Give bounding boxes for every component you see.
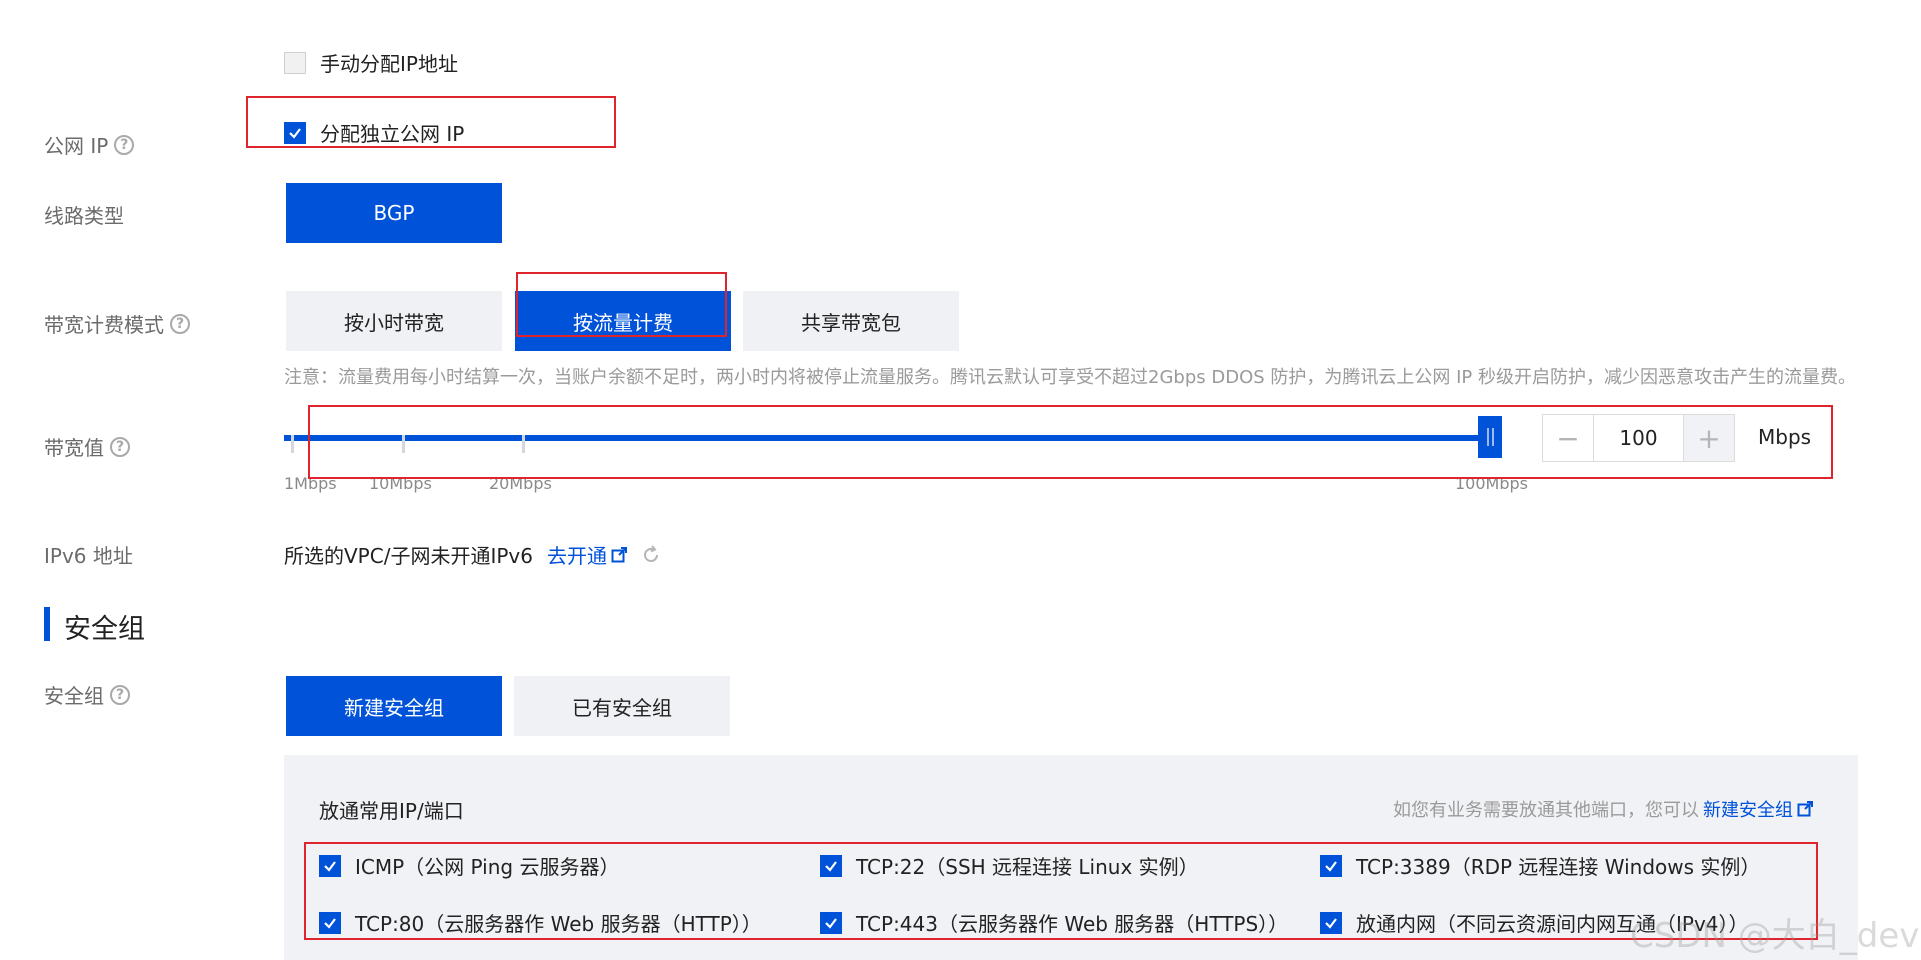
existing-security-group-button[interactable]: 已有安全组 [514,676,730,736]
billing-hourly-button[interactable]: 按小时带宽 [286,291,502,351]
help-icon[interactable]: ? [110,684,130,705]
security-group-section-title: 安全组 [64,614,145,645]
ipv6-label: IPv6 地址 [44,544,133,568]
security-group-label: 安全组 ? [44,680,130,709]
section-accent-bar [44,607,50,641]
panel-new-security-group-link[interactable]: 新建安全组 [1703,796,1813,822]
highlight-box [308,405,1833,479]
public-ip-label: 公网 IP ? [44,130,135,159]
external-link-icon [611,546,627,562]
line-type-label: 线路类型 [44,204,124,228]
ipv6-enable-link[interactable]: 去开通 [547,540,627,569]
ipv6-status-text: 所选的VPC/子网未开通IPv6 [284,544,533,568]
help-icon[interactable]: ? [114,134,135,155]
panel-title: 放通常用IP/端口 [319,799,464,823]
highlight-box [304,842,1818,940]
billing-mode-label: 带宽计费模式 ? [44,309,190,338]
manual-ip-label: 手动分配IP地址 [320,52,458,76]
ipv6-row: 所选的VPC/子网未开通IPv6 去开通 [284,540,661,569]
billing-note: 注意：流量费用每小时结算一次，当账户余额不足时，两小时内将被停止流量服务。腾讯云… [284,367,1856,388]
help-icon[interactable]: ? [110,436,130,457]
new-security-group-button[interactable]: 新建安全组 [286,676,502,736]
help-icon[interactable]: ? [170,313,190,334]
slider-tick [291,435,294,453]
bandwidth-label: 带宽值 ? [44,432,130,461]
manual-ip-option[interactable]: 手动分配IP地址 [284,48,458,77]
highlight-box [246,96,616,148]
line-type-bgp-button[interactable]: BGP [286,183,502,243]
panel-hint: 如您有业务需要放通其他端口，您可以 新建安全组 [1393,796,1813,822]
highlight-box [516,272,727,337]
external-link-icon [1797,801,1813,817]
manual-ip-checkbox[interactable] [284,51,306,74]
refresh-icon[interactable] [641,544,661,565]
billing-shared-package-button[interactable]: 共享带宽包 [743,291,959,351]
watermark: CSDN @大白_dev [1630,916,1920,956]
